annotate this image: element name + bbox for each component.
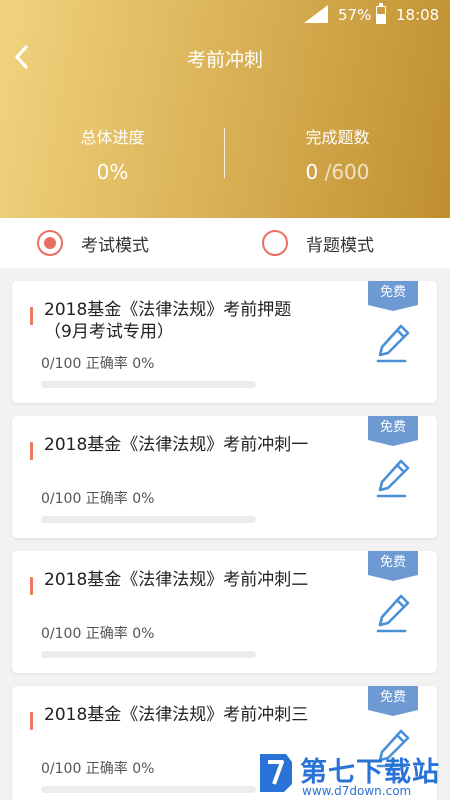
paper-progress-bar bbox=[41, 516, 256, 523]
start-practice-button[interactable] bbox=[376, 323, 412, 363]
completed-count: 0 bbox=[305, 160, 319, 184]
memorize-mode-option[interactable]: 背题模式 bbox=[262, 218, 374, 268]
paper-card[interactable]: 2018基金《法律法规》考前押题（9月考试专用） 0/100 正确率 0% 免费 bbox=[12, 281, 437, 403]
paper-title: 2018基金《法律法规》考前冲刺二 bbox=[44, 570, 309, 590]
paper-title: 2018基金《法律法规》考前押题（9月考试专用） bbox=[44, 300, 292, 342]
paper-card[interactable]: 2018基金《法律法规》考前冲刺二 0/100 正确率 0% 免费 bbox=[12, 551, 437, 673]
title-accent-bar bbox=[30, 442, 33, 460]
exam-mode-option[interactable]: 考试模式 bbox=[37, 218, 149, 268]
paper-progress-bar bbox=[41, 651, 256, 658]
nav-bar: 考前冲刺 bbox=[0, 30, 450, 84]
paper-stats: 0/100 正确率 0% bbox=[41, 626, 155, 642]
memorize-mode-label: 背题模式 bbox=[306, 235, 374, 256]
completed-questions-label: 完成题数 bbox=[305, 128, 370, 147]
mode-selector: 考试模式 背题模式 bbox=[0, 218, 450, 268]
watermark-logo-icon bbox=[260, 754, 292, 792]
page-title: 考前冲刺 bbox=[186, 49, 263, 71]
paper-title: 2018基金《法律法规》考前冲刺一 bbox=[44, 435, 309, 455]
pencil-icon bbox=[378, 324, 410, 357]
stats-panel: 总体进度 0% 完成题数 0 /600 bbox=[0, 120, 450, 186]
header-banner: 4G 57% 18:08 考前冲刺 总体进度 0% 完成题数 0 /600 bbox=[0, 0, 450, 218]
watermark-url: www.d7down.com bbox=[302, 784, 412, 798]
clock: 18:08 bbox=[396, 6, 440, 24]
free-badge: 免费 bbox=[368, 281, 418, 311]
battery-icon bbox=[376, 3, 386, 24]
network-type: 4G bbox=[304, 3, 317, 12]
status-bar: 4G 57% 18:08 bbox=[0, 0, 450, 30]
title-accent-bar bbox=[30, 712, 33, 730]
free-badge: 免费 bbox=[368, 416, 418, 446]
free-badge: 免费 bbox=[368, 551, 418, 581]
paper-stats: 0/100 正确率 0% bbox=[41, 761, 155, 777]
start-practice-button[interactable] bbox=[376, 458, 412, 498]
completed-questions-value: 0 /600 bbox=[225, 160, 450, 184]
free-badge: 免费 bbox=[368, 686, 418, 716]
paper-stats: 0/100 正确率 0% bbox=[41, 491, 155, 507]
exam-mode-radio[interactable] bbox=[37, 230, 63, 256]
paper-progress-bar bbox=[41, 786, 256, 793]
pencil-icon bbox=[378, 459, 410, 492]
overall-progress-value: 0% bbox=[96, 160, 129, 184]
paper-stats: 0/100 正确率 0% bbox=[41, 356, 155, 372]
memorize-mode-radio[interactable] bbox=[262, 230, 288, 256]
site-watermark: 第七下载站 www.d7down.com bbox=[256, 750, 450, 800]
paper-title: 2018基金《法律法规》考前冲刺三 bbox=[44, 705, 309, 725]
overall-progress: 总体进度 0% bbox=[0, 120, 225, 184]
title-accent-bar bbox=[30, 577, 33, 595]
start-practice-button[interactable] bbox=[376, 593, 412, 633]
title-accent-bar bbox=[30, 307, 33, 325]
battery-percent: 57% bbox=[338, 6, 372, 24]
paper-progress-bar bbox=[41, 381, 256, 388]
pencil-icon bbox=[378, 594, 410, 627]
paper-card[interactable]: 2018基金《法律法规》考前冲刺一 0/100 正确率 0% 免费 bbox=[12, 416, 437, 538]
overall-progress-label: 总体进度 bbox=[80, 128, 145, 147]
completed-total: /600 bbox=[318, 160, 370, 184]
exam-mode-label: 考试模式 bbox=[81, 235, 149, 256]
completed-questions: 完成题数 0 /600 bbox=[225, 120, 450, 184]
